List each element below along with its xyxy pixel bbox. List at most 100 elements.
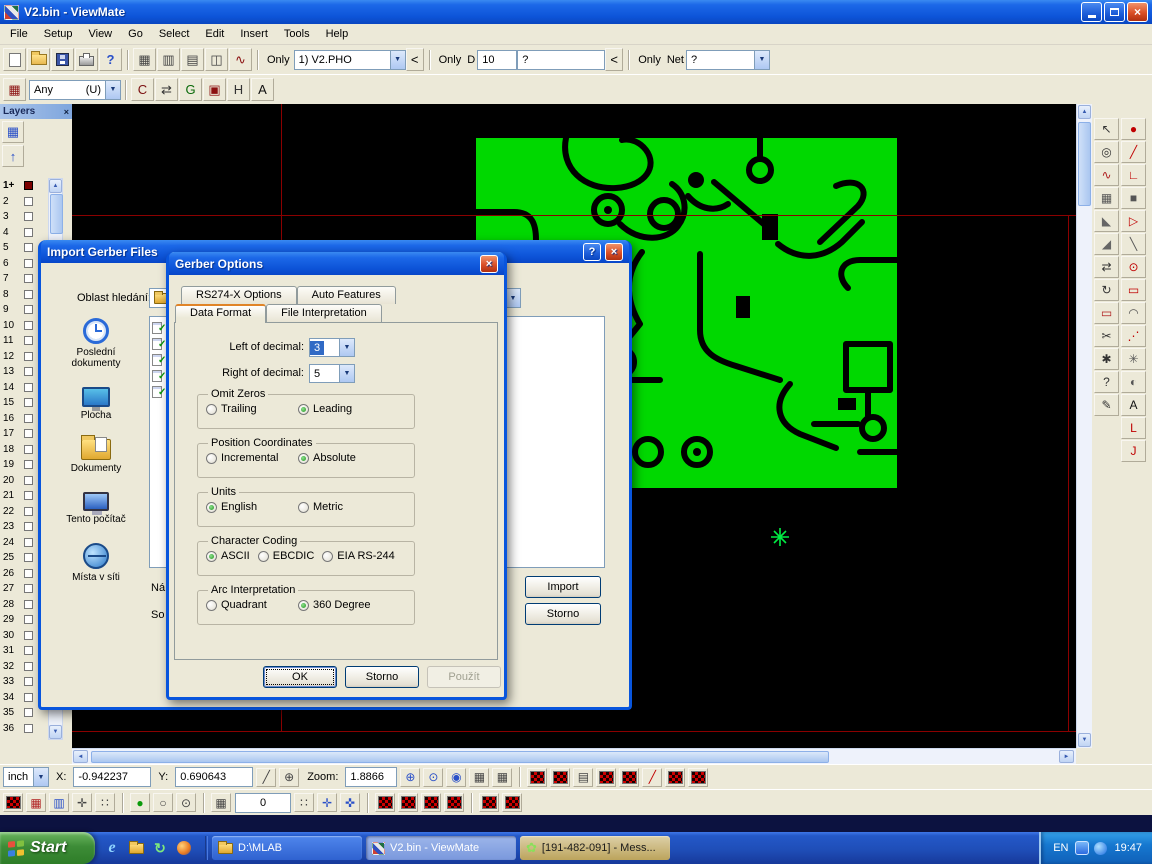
layer-color-swatch[interactable]: [24, 507, 33, 516]
messenger-icon[interactable]: [1075, 841, 1089, 855]
polygon-button[interactable]: ▷: [1121, 210, 1146, 232]
circle-o-button[interactable]: ○: [153, 793, 173, 812]
any-filter-combo[interactable]: Any (U) ▼: [29, 80, 121, 100]
thin-line-button[interactable]: ╲: [1121, 233, 1146, 255]
table-button[interactable]: ▦: [211, 793, 231, 812]
net-combo[interactable]: ? ▼: [686, 50, 770, 70]
apply-button[interactable]: Použít: [427, 666, 501, 688]
layer-color-swatch[interactable]: [24, 228, 33, 237]
layer-color-swatch[interactable]: [24, 677, 33, 686]
vertical-scrollbar[interactable]: ▲ ▼: [1076, 104, 1092, 748]
layer-row-4[interactable]: 4: [0, 225, 48, 241]
layer-color-swatch[interactable]: [24, 274, 33, 283]
layer-color-swatch[interactable]: [24, 491, 33, 500]
radio-trailing[interactable]: Trailing: [206, 403, 290, 415]
layer-color-swatch[interactable]: [24, 197, 33, 206]
slash-grid-button[interactable]: ╱: [642, 768, 662, 787]
goto-g-button[interactable]: G: [179, 78, 202, 101]
layer-color-swatch[interactable]: [24, 398, 33, 407]
spline-button[interactable]: ∿: [1094, 164, 1119, 186]
layer-bars-button[interactable]: ▤: [181, 48, 204, 71]
tab-rs274-x-options[interactable]: RS274-X Options: [181, 286, 297, 304]
menu-file[interactable]: File: [2, 25, 36, 43]
j-tool-button[interactable]: J: [1121, 440, 1146, 462]
layer-color-swatch[interactable]: [24, 336, 33, 345]
h-marks-button[interactable]: H: [227, 78, 250, 101]
layer-filter-combo[interactable]: 1) V2.PHO ▼: [294, 50, 406, 70]
text-a-button[interactable]: A: [251, 78, 274, 101]
rotate-button[interactable]: ↻: [1094, 279, 1119, 301]
cancel-button[interactable]: Storno: [345, 666, 419, 688]
import-button[interactable]: Import: [525, 576, 601, 598]
film-8-button[interactable]: [398, 793, 418, 812]
chevron-down-icon[interactable]: ▼: [33, 768, 48, 786]
menu-insert[interactable]: Insert: [232, 25, 276, 43]
only-dcode-label[interactable]: Only: [439, 54, 462, 66]
layer-up-button[interactable]: ↑: [2, 145, 24, 167]
place-network-places[interactable]: Místa v síti: [51, 539, 141, 587]
scroll-thumb[interactable]: [1078, 122, 1091, 206]
menu-setup[interactable]: Setup: [36, 25, 81, 43]
fill-box-button[interactable]: ▣: [203, 78, 226, 101]
place-desktop[interactable]: Plocha: [51, 383, 141, 425]
dots-button[interactable]: ∷: [95, 793, 115, 812]
film-4-button[interactable]: [619, 768, 639, 787]
layer-color-swatch[interactable]: [24, 693, 33, 702]
only-net-label[interactable]: Only: [638, 54, 661, 66]
corner-line-button[interactable]: ∟: [1121, 164, 1146, 186]
menu-select[interactable]: Select: [151, 25, 198, 43]
cross-button[interactable]: ✛: [72, 793, 92, 812]
save-button[interactable]: [51, 48, 74, 71]
layer-color-swatch[interactable]: [24, 352, 33, 361]
refresh-button[interactable]: ↻: [151, 839, 169, 857]
layer-color-swatch[interactable]: [24, 662, 33, 671]
browser-button[interactable]: [175, 839, 193, 857]
radio-eia-rs-244[interactable]: EIA RS-244: [322, 550, 394, 562]
zoom-box-button[interactable]: ▭: [1094, 302, 1119, 324]
film-box-button[interactable]: [3, 793, 23, 812]
triangle-left-button[interactable]: ◣: [1094, 210, 1119, 232]
scissors-button[interactable]: ✂: [1094, 325, 1119, 347]
layer-color-swatch[interactable]: [24, 476, 33, 485]
layer-color-swatch[interactable]: [24, 600, 33, 609]
layer-row-3[interactable]: 3: [0, 209, 48, 225]
highlight-c-button[interactable]: C: [131, 78, 154, 101]
measure-chart-button[interactable]: ∿: [229, 48, 252, 71]
chevron-down-icon[interactable]: ▼: [339, 365, 354, 382]
layer-color-swatch[interactable]: [24, 321, 33, 330]
ie-button[interactable]: e: [103, 839, 121, 857]
radio-leading[interactable]: Leading: [298, 403, 382, 415]
pad-rings-button[interactable]: ◎: [1094, 141, 1119, 163]
mirror-button[interactable]: ⇄: [1094, 256, 1119, 278]
prev-layer-button[interactable]: <: [406, 48, 424, 71]
layer-row-1[interactable]: 1+: [0, 178, 48, 194]
film-1-button[interactable]: [527, 768, 547, 787]
color-grid-button[interactable]: ▦: [26, 793, 46, 812]
chevron-down-icon[interactable]: ▼: [505, 289, 520, 307]
radio-360-degree[interactable]: 360 Degree: [298, 599, 382, 611]
layer-color-swatch[interactable]: [24, 290, 33, 299]
scroll-left-icon[interactable]: ◄: [73, 750, 88, 763]
arc-button[interactable]: ◠: [1121, 302, 1146, 324]
chevron-down-icon[interactable]: ▼: [390, 51, 405, 69]
layer-color-swatch[interactable]: [24, 631, 33, 640]
layer-color-swatch[interactable]: [24, 429, 33, 438]
text-tool-button[interactable]: A: [1121, 394, 1146, 416]
ok-button[interactable]: OK: [263, 666, 337, 688]
split-view-button[interactable]: ◫: [205, 48, 228, 71]
chevron-down-icon[interactable]: ▼: [105, 81, 120, 99]
zoom-in-button[interactable]: ⊕: [400, 768, 420, 787]
slash-dots-button[interactable]: ⋰: [1121, 325, 1146, 347]
print-button[interactable]: [75, 48, 98, 71]
radio-ascii[interactable]: ASCII: [206, 550, 250, 562]
swap-arrows-button[interactable]: ⇄: [155, 78, 178, 101]
radio-ebcdic[interactable]: EBCDIC: [258, 550, 315, 562]
draw-line-button[interactable]: ╱: [1121, 141, 1146, 163]
scroll-up-icon[interactable]: ▲: [1078, 105, 1091, 119]
task-mlab[interactable]: D:\MLAB: [212, 836, 362, 860]
layer-color-swatch[interactable]: [24, 538, 33, 547]
layer-color-swatch[interactable]: [24, 708, 33, 717]
dcode-table-button[interactable]: ▦: [133, 48, 156, 71]
zoom-window-button[interactable]: ⊙: [423, 768, 443, 787]
menu-view[interactable]: View: [80, 25, 120, 43]
